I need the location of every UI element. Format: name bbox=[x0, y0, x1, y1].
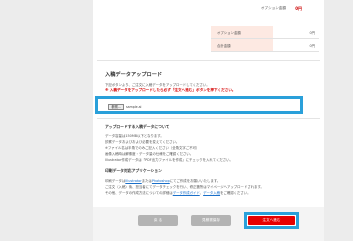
uploadable-data-title: アップロードする入稿データについて bbox=[105, 124, 170, 129]
proceed-highlight: 注文へ進む bbox=[244, 212, 299, 229]
uploadable-note: 診察データおよびおよび必要を変えてください。 bbox=[105, 140, 180, 144]
summary-row-label: オプション金額 bbox=[211, 26, 273, 38]
page-background: オプション金額 0円 オプション金額 0円 合計金額 0円 入稿データアップロー… bbox=[0, 0, 353, 241]
option-total-label: オプション金額 bbox=[260, 6, 286, 10]
data-guide-link[interactable]: データ作成ガイド bbox=[173, 191, 200, 195]
uploadable-note: 画像入稿時は解像度・データ量の仕様をご確認ください。 bbox=[105, 152, 194, 156]
apps-text: にてご作成をお願いいたします。 bbox=[169, 179, 221, 183]
option-total-row: オプション金額 0円 bbox=[93, 4, 324, 12]
file-upload-field[interactable]: 参照... sample.ai bbox=[95, 96, 303, 114]
apps-text: または bbox=[141, 179, 152, 183]
back-button[interactable]: 戻 る bbox=[138, 215, 178, 226]
order-card: オプション金額 0円 オプション金額 0円 合計金額 0円 入稿データアップロー… bbox=[93, 0, 324, 241]
option-total-value: 0円 bbox=[295, 5, 302, 11]
uploadable-note: データ容量は150MB以下となります。 bbox=[105, 134, 164, 138]
summary-row-label: 合計金額 bbox=[211, 39, 273, 51]
apps-text: その他、データの作成方法についての詳細は bbox=[105, 191, 173, 195]
summary-row-value: 0円 bbox=[273, 39, 319, 51]
apps-line: 印刷データはIllustratorまたはPhotoshopにてご作成をお願いいた… bbox=[105, 178, 220, 183]
save-quote-button[interactable]: 見積書保存 bbox=[191, 215, 231, 226]
summary-row-value: 0円 bbox=[273, 26, 319, 38]
uploadable-note: ※ファイル名は半角でのみご記入ください（全角文字ご不可） bbox=[105, 146, 200, 150]
upload-section-title: 入稿データアップロード bbox=[105, 72, 163, 78]
divider bbox=[97, 60, 320, 61]
summary-row: オプション金額 0円 bbox=[211, 26, 319, 39]
apps-line: ご注文（入稿）後、担当者にてデータチェックを行い、修正箇所はマイページへアップロ… bbox=[105, 185, 264, 189]
apps-section-title: 印刷データ対応アプリケーション bbox=[105, 168, 162, 173]
proceed-to-order-button[interactable]: 注文へ進む bbox=[248, 216, 295, 225]
divider bbox=[97, 118, 320, 119]
apps-text: をご確認ください。 bbox=[220, 191, 251, 195]
summary-row: 合計金額 0円 bbox=[211, 39, 319, 52]
upload-warning: ※ 入稿データをアップロードしたら必ず「注文へ進む」ボタンを押下ください。 bbox=[105, 88, 236, 92]
illustrator-link[interactable]: Illustrator bbox=[125, 179, 141, 183]
browse-file-button[interactable]: 参照... bbox=[108, 104, 124, 110]
photoshop-link[interactable]: Photoshop bbox=[152, 179, 170, 183]
upload-instructions: 下記ボタンより、ご注文に入稿データをアップロードしてください。 bbox=[105, 83, 210, 87]
data-submission-link[interactable]: データ入稿 bbox=[203, 191, 220, 195]
selected-file-name: sample.ai bbox=[126, 104, 142, 109]
apps-line: その他、データの作成方法についての詳細はデータ作成ガイド、データ入稿をご確認くだ… bbox=[105, 190, 251, 195]
price-summary-table: オプション金額 0円 合計金額 0円 bbox=[211, 26, 319, 52]
uploadable-note: Illustrator作成データは「PDF出力ファイルを作成」にチェックを入れて… bbox=[105, 158, 233, 162]
apps-text: 印刷データは bbox=[105, 179, 126, 183]
action-footer: 戻 る 見積書保存 注文へ進む bbox=[93, 207, 324, 241]
